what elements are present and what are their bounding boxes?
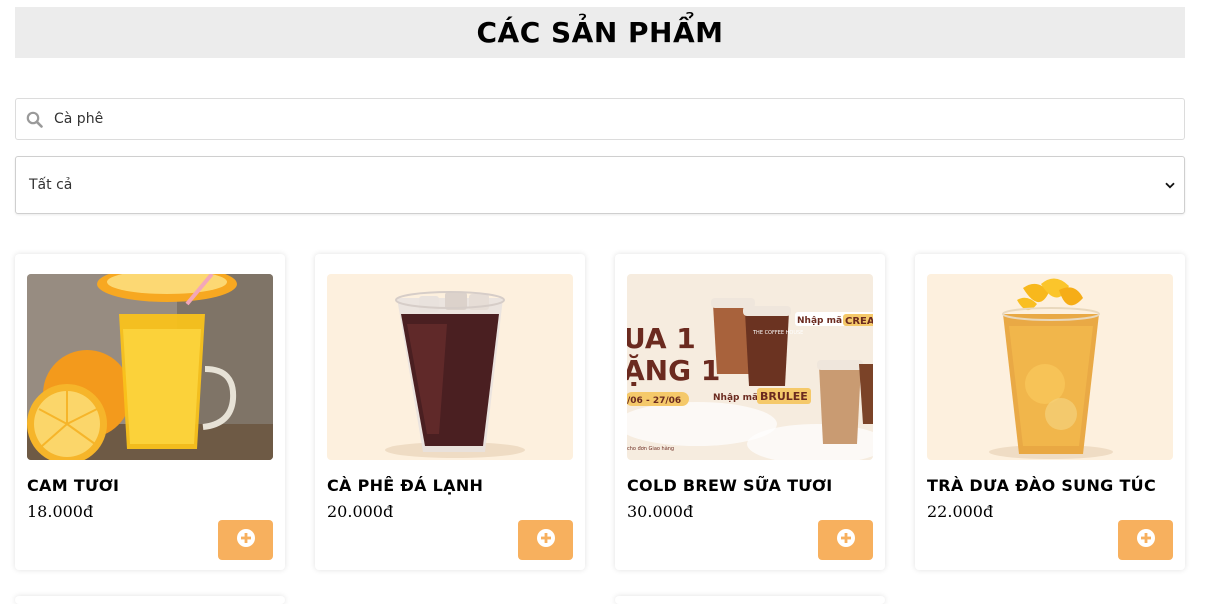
product-card-next-row [15, 596, 285, 604]
search-box[interactable] [15, 98, 1185, 140]
plus-circle-icon [836, 528, 856, 552]
promo-code1: CREA [845, 316, 873, 327]
promo-line-1: UA 1 [627, 322, 696, 355]
chevron-down-icon [1164, 179, 1176, 191]
product-image-peach-tea [927, 274, 1173, 460]
add-to-cart-button[interactable] [218, 520, 273, 560]
page-header: CÁC SẢN PHẨM [15, 7, 1185, 58]
promo-code1-label: Nhập mã: [797, 316, 846, 326]
search-icon [26, 110, 44, 128]
product-name: CÀ PHÊ ĐÁ LẠNH [327, 476, 484, 495]
category-select[interactable]: Tất cả [15, 156, 1185, 214]
promo-code2-label: Nhập mã: [713, 393, 762, 403]
plus-circle-icon [1136, 528, 1156, 552]
add-to-cart-button[interactable] [518, 520, 573, 560]
search-input[interactable] [54, 111, 1154, 127]
product-card: UA 1 ẶNG 1 /06 - 27/06 cho đơn Giao hàng… [615, 254, 885, 570]
product-image-orange-juice [27, 274, 273, 460]
page-title: CÁC SẢN PHẨM [476, 16, 724, 49]
product-image-cold-brew-promo-banner: UA 1 ẶNG 1 /06 - 27/06 cho đơn Giao hàng… [627, 274, 873, 460]
promo-line-2: ẶNG 1 [627, 353, 720, 387]
add-to-cart-button[interactable] [1118, 520, 1173, 560]
plus-circle-icon [236, 528, 256, 552]
promo-dates: /06 - 27/06 [627, 396, 681, 406]
promo-brand: THE COFFEE HOUSE [752, 330, 803, 336]
product-card: CAM TƯƠI 18.000đ [15, 254, 285, 570]
product-name: CAM TƯƠI [27, 476, 120, 495]
promo-footnote: cho đơn Giao hàng [627, 445, 674, 452]
add-to-cart-button[interactable] [818, 520, 873, 560]
product-card: TRÀ DƯA ĐÀO SUNG TÚC 22.000đ [915, 254, 1185, 570]
category-select-value: Tất cả [29, 177, 73, 193]
plus-circle-icon [536, 528, 556, 552]
product-name: TRÀ DƯA ĐÀO SUNG TÚC [927, 476, 1157, 495]
promo-code2: BRULEE [760, 390, 808, 403]
product-card: CÀ PHÊ ĐÁ LẠNH 20.000đ [315, 254, 585, 570]
product-price: 22.000đ [927, 502, 994, 521]
product-name: COLD BREW SỮA TƯƠI [627, 476, 833, 495]
product-card-next-row [615, 596, 885, 604]
product-price: 20.000đ [327, 502, 394, 521]
product-price: 18.000đ [27, 502, 94, 521]
product-image-iced-coffee [327, 274, 573, 460]
product-price: 30.000đ [627, 502, 694, 521]
